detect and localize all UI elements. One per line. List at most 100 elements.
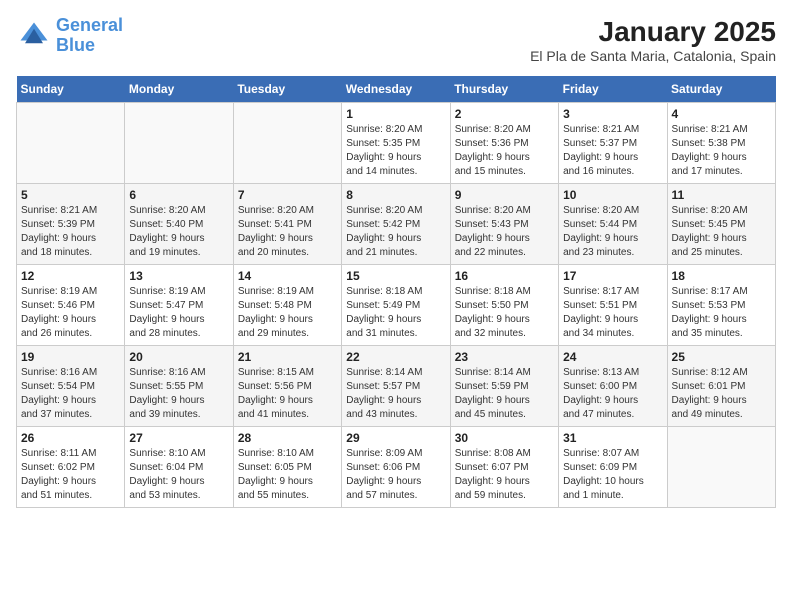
calendar-day-cell: 3Sunrise: 8:21 AMSunset: 5:37 PMDaylight… xyxy=(559,103,667,184)
day-info-line: Daylight: 9 hours xyxy=(238,394,337,408)
calendar-day-cell: 14Sunrise: 8:19 AMSunset: 5:48 PMDayligh… xyxy=(233,265,341,346)
day-info-line: Sunset: 5:42 PM xyxy=(346,218,445,232)
calendar-week-row: 5Sunrise: 8:21 AMSunset: 5:39 PMDaylight… xyxy=(17,184,776,265)
day-info-line: and 53 minutes. xyxy=(129,489,228,503)
day-number: 7 xyxy=(238,188,337,202)
day-info-line: and 1 minute. xyxy=(563,489,662,503)
day-info-line: Daylight: 9 hours xyxy=(455,475,554,489)
day-number: 21 xyxy=(238,350,337,364)
calendar-day-cell: 7Sunrise: 8:20 AMSunset: 5:41 PMDaylight… xyxy=(233,184,341,265)
day-info-line: Daylight: 9 hours xyxy=(563,313,662,327)
day-info-line: Sunset: 5:35 PM xyxy=(346,137,445,151)
day-number: 17 xyxy=(563,269,662,283)
day-info-line: Sunset: 6:04 PM xyxy=(129,461,228,475)
day-info-line: and 17 minutes. xyxy=(672,165,771,179)
day-info-line: Sunrise: 8:19 AM xyxy=(21,285,120,299)
day-info-line: Sunset: 5:36 PM xyxy=(455,137,554,151)
day-info-line: and 16 minutes. xyxy=(563,165,662,179)
calendar-day-cell xyxy=(233,103,341,184)
day-info-line: Daylight: 9 hours xyxy=(129,313,228,327)
day-info-line: Sunrise: 8:09 AM xyxy=(346,447,445,461)
day-info-line: Sunrise: 8:19 AM xyxy=(129,285,228,299)
day-info-line: Sunrise: 8:18 AM xyxy=(346,285,445,299)
calendar-day-cell: 1Sunrise: 8:20 AMSunset: 5:35 PMDaylight… xyxy=(342,103,450,184)
day-info-line: and 21 minutes. xyxy=(346,246,445,260)
day-info-line: Sunrise: 8:20 AM xyxy=(563,204,662,218)
day-number: 15 xyxy=(346,269,445,283)
day-info-line: Daylight: 9 hours xyxy=(672,232,771,246)
logo: General Blue xyxy=(16,16,123,56)
calendar-day-cell xyxy=(17,103,125,184)
page-subtitle: El Pla de Santa Maria, Catalonia, Spain xyxy=(530,48,776,64)
day-info-line: Sunset: 5:46 PM xyxy=(21,299,120,313)
calendar-day-cell: 28Sunrise: 8:10 AMSunset: 6:05 PMDayligh… xyxy=(233,427,341,508)
day-number: 28 xyxy=(238,431,337,445)
day-info-line: and 49 minutes. xyxy=(672,408,771,422)
day-number: 18 xyxy=(672,269,771,283)
calendar-day-cell: 11Sunrise: 8:20 AMSunset: 5:45 PMDayligh… xyxy=(667,184,775,265)
day-info-line: Sunrise: 8:18 AM xyxy=(455,285,554,299)
day-info-line: Sunset: 5:43 PM xyxy=(455,218,554,232)
day-info-line: and 39 minutes. xyxy=(129,408,228,422)
day-info-line: Sunset: 5:39 PM xyxy=(21,218,120,232)
day-info-line: Daylight: 9 hours xyxy=(563,151,662,165)
calendar-day-cell: 23Sunrise: 8:14 AMSunset: 5:59 PMDayligh… xyxy=(450,346,558,427)
day-info-line: Sunset: 5:53 PM xyxy=(672,299,771,313)
day-info-line: and 31 minutes. xyxy=(346,327,445,341)
day-info-line: Sunset: 6:09 PM xyxy=(563,461,662,475)
day-info-line: Daylight: 9 hours xyxy=(238,232,337,246)
day-number: 30 xyxy=(455,431,554,445)
day-info-line: Sunrise: 8:13 AM xyxy=(563,366,662,380)
calendar-day-cell: 25Sunrise: 8:12 AMSunset: 6:01 PMDayligh… xyxy=(667,346,775,427)
calendar-day-cell: 18Sunrise: 8:17 AMSunset: 5:53 PMDayligh… xyxy=(667,265,775,346)
calendar-day-cell: 10Sunrise: 8:20 AMSunset: 5:44 PMDayligh… xyxy=(559,184,667,265)
calendar-day-cell: 12Sunrise: 8:19 AMSunset: 5:46 PMDayligh… xyxy=(17,265,125,346)
day-of-week-header: Monday xyxy=(125,76,233,103)
day-info-line: Daylight: 9 hours xyxy=(346,313,445,327)
calendar-header-row: SundayMondayTuesdayWednesdayThursdayFrid… xyxy=(17,76,776,103)
day-info-line: Sunrise: 8:14 AM xyxy=(346,366,445,380)
calendar-day-cell: 16Sunrise: 8:18 AMSunset: 5:50 PMDayligh… xyxy=(450,265,558,346)
day-info-line: and 20 minutes. xyxy=(238,246,337,260)
day-number: 23 xyxy=(455,350,554,364)
day-info-line: Daylight: 9 hours xyxy=(129,394,228,408)
calendar-day-cell: 31Sunrise: 8:07 AMSunset: 6:09 PMDayligh… xyxy=(559,427,667,508)
day-number: 27 xyxy=(129,431,228,445)
title-block: January 2025 El Pla de Santa Maria, Cata… xyxy=(530,16,776,64)
day-number: 22 xyxy=(346,350,445,364)
day-info-line: Sunset: 5:47 PM xyxy=(129,299,228,313)
calendar-day-cell: 20Sunrise: 8:16 AMSunset: 5:55 PMDayligh… xyxy=(125,346,233,427)
day-info-line: and 43 minutes. xyxy=(346,408,445,422)
day-info-line: Sunrise: 8:17 AM xyxy=(672,285,771,299)
day-info-line: and 51 minutes. xyxy=(21,489,120,503)
day-info-line: Daylight: 9 hours xyxy=(455,313,554,327)
calendar-week-row: 19Sunrise: 8:16 AMSunset: 5:54 PMDayligh… xyxy=(17,346,776,427)
day-info-line: Sunrise: 8:19 AM xyxy=(238,285,337,299)
day-info-line: Sunrise: 8:16 AM xyxy=(129,366,228,380)
day-number: 14 xyxy=(238,269,337,283)
day-of-week-header: Tuesday xyxy=(233,76,341,103)
day-number: 1 xyxy=(346,107,445,121)
day-number: 6 xyxy=(129,188,228,202)
day-info-line: Sunrise: 8:20 AM xyxy=(346,204,445,218)
day-info-line: Sunrise: 8:21 AM xyxy=(21,204,120,218)
day-number: 29 xyxy=(346,431,445,445)
day-number: 20 xyxy=(129,350,228,364)
calendar-day-cell: 5Sunrise: 8:21 AMSunset: 5:39 PMDaylight… xyxy=(17,184,125,265)
day-info-line: Sunset: 5:51 PM xyxy=(563,299,662,313)
day-number: 10 xyxy=(563,188,662,202)
day-info-line: Daylight: 9 hours xyxy=(129,232,228,246)
day-info-line: Sunrise: 8:20 AM xyxy=(129,204,228,218)
calendar-day-cell: 26Sunrise: 8:11 AMSunset: 6:02 PMDayligh… xyxy=(17,427,125,508)
calendar-day-cell: 6Sunrise: 8:20 AMSunset: 5:40 PMDaylight… xyxy=(125,184,233,265)
calendar-day-cell: 24Sunrise: 8:13 AMSunset: 6:00 PMDayligh… xyxy=(559,346,667,427)
day-info-line: and 47 minutes. xyxy=(563,408,662,422)
day-info-line: and 37 minutes. xyxy=(21,408,120,422)
day-of-week-header: Saturday xyxy=(667,76,775,103)
day-info-line: Daylight: 9 hours xyxy=(672,151,771,165)
day-of-week-header: Thursday xyxy=(450,76,558,103)
day-info-line: Daylight: 10 hours xyxy=(563,475,662,489)
day-number: 13 xyxy=(129,269,228,283)
day-number: 12 xyxy=(21,269,120,283)
day-info-line: Sunset: 6:02 PM xyxy=(21,461,120,475)
